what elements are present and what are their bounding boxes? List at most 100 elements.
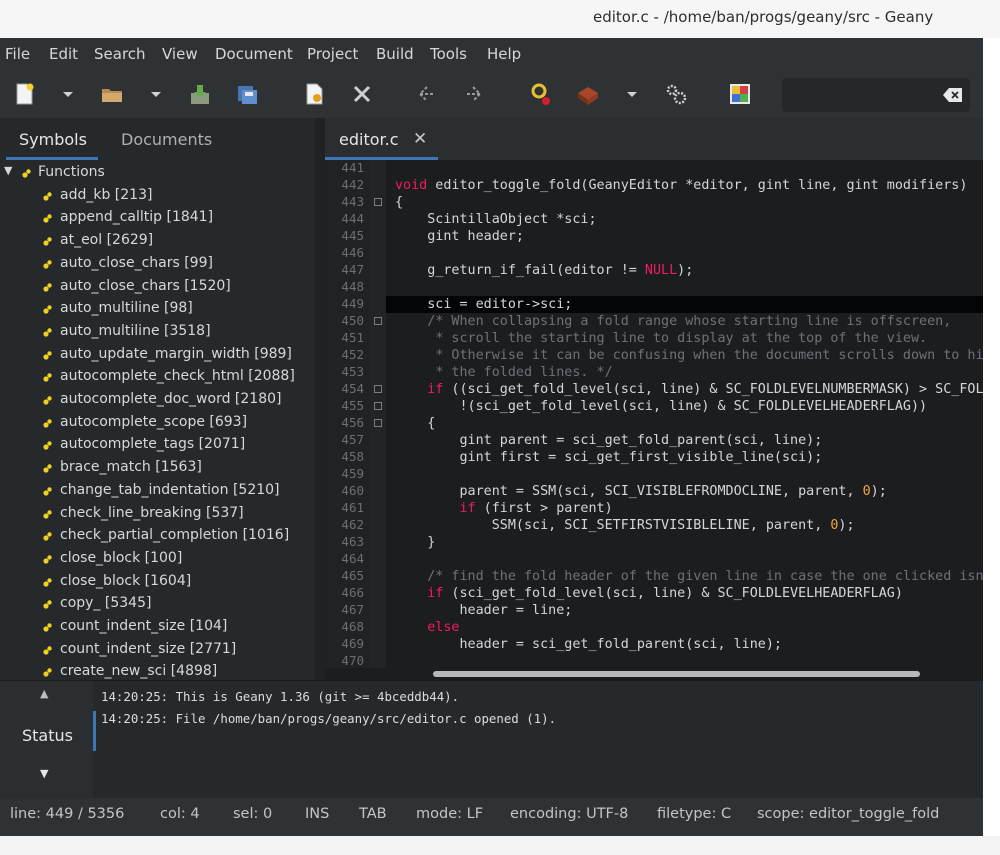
symbol-item[interactable]: create_new_sci [4898] [0,661,315,680]
symbol-item[interactable]: change_tab_indentation [5210] [0,480,315,502]
symbol-item[interactable]: autocomplete_tags [2071] [0,434,315,456]
scrollbar-thumb[interactable] [433,671,920,677]
status-scope: scope: editor_toggle_fold [757,806,940,822]
clear-text-icon[interactable] [942,85,964,105]
function-icon [43,645,52,655]
message-window: ▲ Status ▼ 14:20:25: This is Geany 1.36 … [0,680,983,799]
open-file-button[interactable] [98,80,126,108]
compile-button[interactable] [526,80,554,108]
menu-help[interactable]: Help [487,45,521,63]
symbol-item[interactable]: auto_multiline [98] [0,298,315,320]
active-tab-indicator [6,157,98,160]
tab-symbols[interactable]: Symbols [19,130,87,149]
log-line: 14:20:25: This is Geany 1.36 (git >= 4bc… [101,689,460,704]
status-line: line: 449 / 5356 [10,806,125,822]
function-icon [43,623,52,632]
symbol-item[interactable]: autocomplete_doc_word [2180] [0,389,315,411]
fold-margin[interactable] [370,160,386,668]
code-line: if ((sci_get_fold_level(sci, line) & SC_… [427,382,983,397]
symbol-label: auto_close_chars [1520] [60,277,231,294]
symbol-item[interactable]: count_indent_size [104] [0,616,315,638]
menu-file[interactable]: File [5,45,30,63]
symbol-item[interactable]: check_line_breaking [537] [0,503,315,525]
new-file-button[interactable] [10,80,38,108]
expander-arrow-icon[interactable]: ▼ [4,164,12,177]
navigate-forward-button[interactable] [460,80,488,108]
fold-toggle-icon[interactable] [374,317,382,325]
tree-group-functions[interactable]: ▼ Functions [0,162,315,184]
save-all-button[interactable] [234,80,262,108]
line-number: 452 [341,347,364,362]
tree-group-label: Functions [38,164,105,180]
symbol-item[interactable]: count_indent_size [2771] [0,639,315,661]
code-line: parent = SSM(sci, SCI_VISIBLEFROMDOCLINE… [395,484,887,499]
line-number: 448 [341,279,364,294]
menu-project[interactable]: Project [307,45,358,63]
tab-status[interactable]: Status [22,726,73,745]
code-editor[interactable]: 441 442 443 444 445 446 447 448 449 450 451 452 453 4… [325,160,983,668]
fold-toggle-icon[interactable] [374,402,382,410]
symbol-label: check_partial_completion [1016] [60,527,290,544]
code-line: header = sci_get_fold_parent(sci, line); [395,637,782,652]
symbol-label: count_indent_size [2771] [60,640,237,657]
symbol-item[interactable]: autocomplete_scope [693] [0,412,315,434]
fold-toggle-icon[interactable] [374,419,382,427]
code-line: header = line; [395,603,573,618]
line-number: 441 [341,160,364,175]
menu-bar: File Edit Search View Document Project B… [0,38,983,72]
menu-edit[interactable]: Edit [49,45,78,63]
status-encoding: encoding: UTF-8 [510,806,629,822]
scroll-up-icon[interactable]: ▲ [40,687,48,700]
line-number: 445 [341,228,364,243]
function-icon [43,282,52,292]
function-icon [43,328,52,337]
horizontal-scrollbar[interactable] [325,668,983,680]
symbol-item[interactable]: auto_close_chars [1520] [0,276,315,298]
build-bricks-icon [578,87,598,105]
status-filetype: filetype: C [657,806,732,822]
tab-editor-c[interactable]: editor.c ✕ [325,118,438,160]
search-input[interactable] [782,78,970,112]
symbol-label: count_indent_size [104] [60,618,228,634]
symbol-item[interactable]: brace_match [1563] [0,457,315,479]
build-button[interactable] [574,80,602,108]
sidebar-splitter[interactable] [315,118,325,680]
menu-view[interactable]: View [162,45,198,63]
tab-documents[interactable]: Documents [121,130,212,149]
symbol-item[interactable]: append_calltip [1841] [0,207,315,229]
color-chooser-button[interactable] [726,80,754,108]
close-file-button[interactable] [348,80,376,108]
symbol-item[interactable]: close_block [1604] [0,571,315,593]
fold-toggle-icon[interactable] [374,198,382,206]
symbol-item[interactable]: copy_ [5345] [0,593,315,615]
save-button[interactable] [186,80,214,108]
line-number: 458 [341,449,364,464]
build-dropdown-button[interactable] [618,80,646,108]
menu-tools[interactable]: Tools [430,45,467,63]
symbol-item[interactable]: auto_multiline [3518] [0,321,315,343]
scroll-down-icon[interactable]: ▼ [40,767,48,780]
status-sel: sel: 0 [233,806,273,822]
symbol-item[interactable]: auto_update_margin_width [989] [0,344,315,366]
code-line: sci = editor->sci; [395,297,573,312]
new-dropdown-button[interactable] [54,80,82,108]
navigate-back-button[interactable] [412,80,440,108]
code-line: * the folded lines. */ [435,365,613,380]
fold-toggle-icon[interactable] [374,385,382,393]
menu-search[interactable]: Search [94,45,146,63]
menu-build[interactable]: Build [376,45,414,63]
symbol-item[interactable]: check_partial_completion [1016] [0,525,315,547]
revert-button[interactable] [300,80,328,108]
run-preferences-button[interactable] [662,80,690,108]
open-dropdown-button[interactable] [142,80,170,108]
symbol-item[interactable]: at_eol [2629] [0,230,315,252]
save-icon [191,85,209,104]
function-icon [43,396,52,405]
close-tab-icon[interactable]: ✕ [413,129,427,149]
menu-document[interactable]: Document [215,45,293,63]
symbol-item[interactable]: autocomplete_check_html [2088] [0,366,315,388]
line-number: 456 [341,415,364,430]
symbol-item[interactable]: close_block [100] [0,548,315,570]
symbol-item[interactable]: add_kb [213] [0,185,315,207]
symbol-item[interactable]: auto_close_chars [99] [0,253,315,275]
